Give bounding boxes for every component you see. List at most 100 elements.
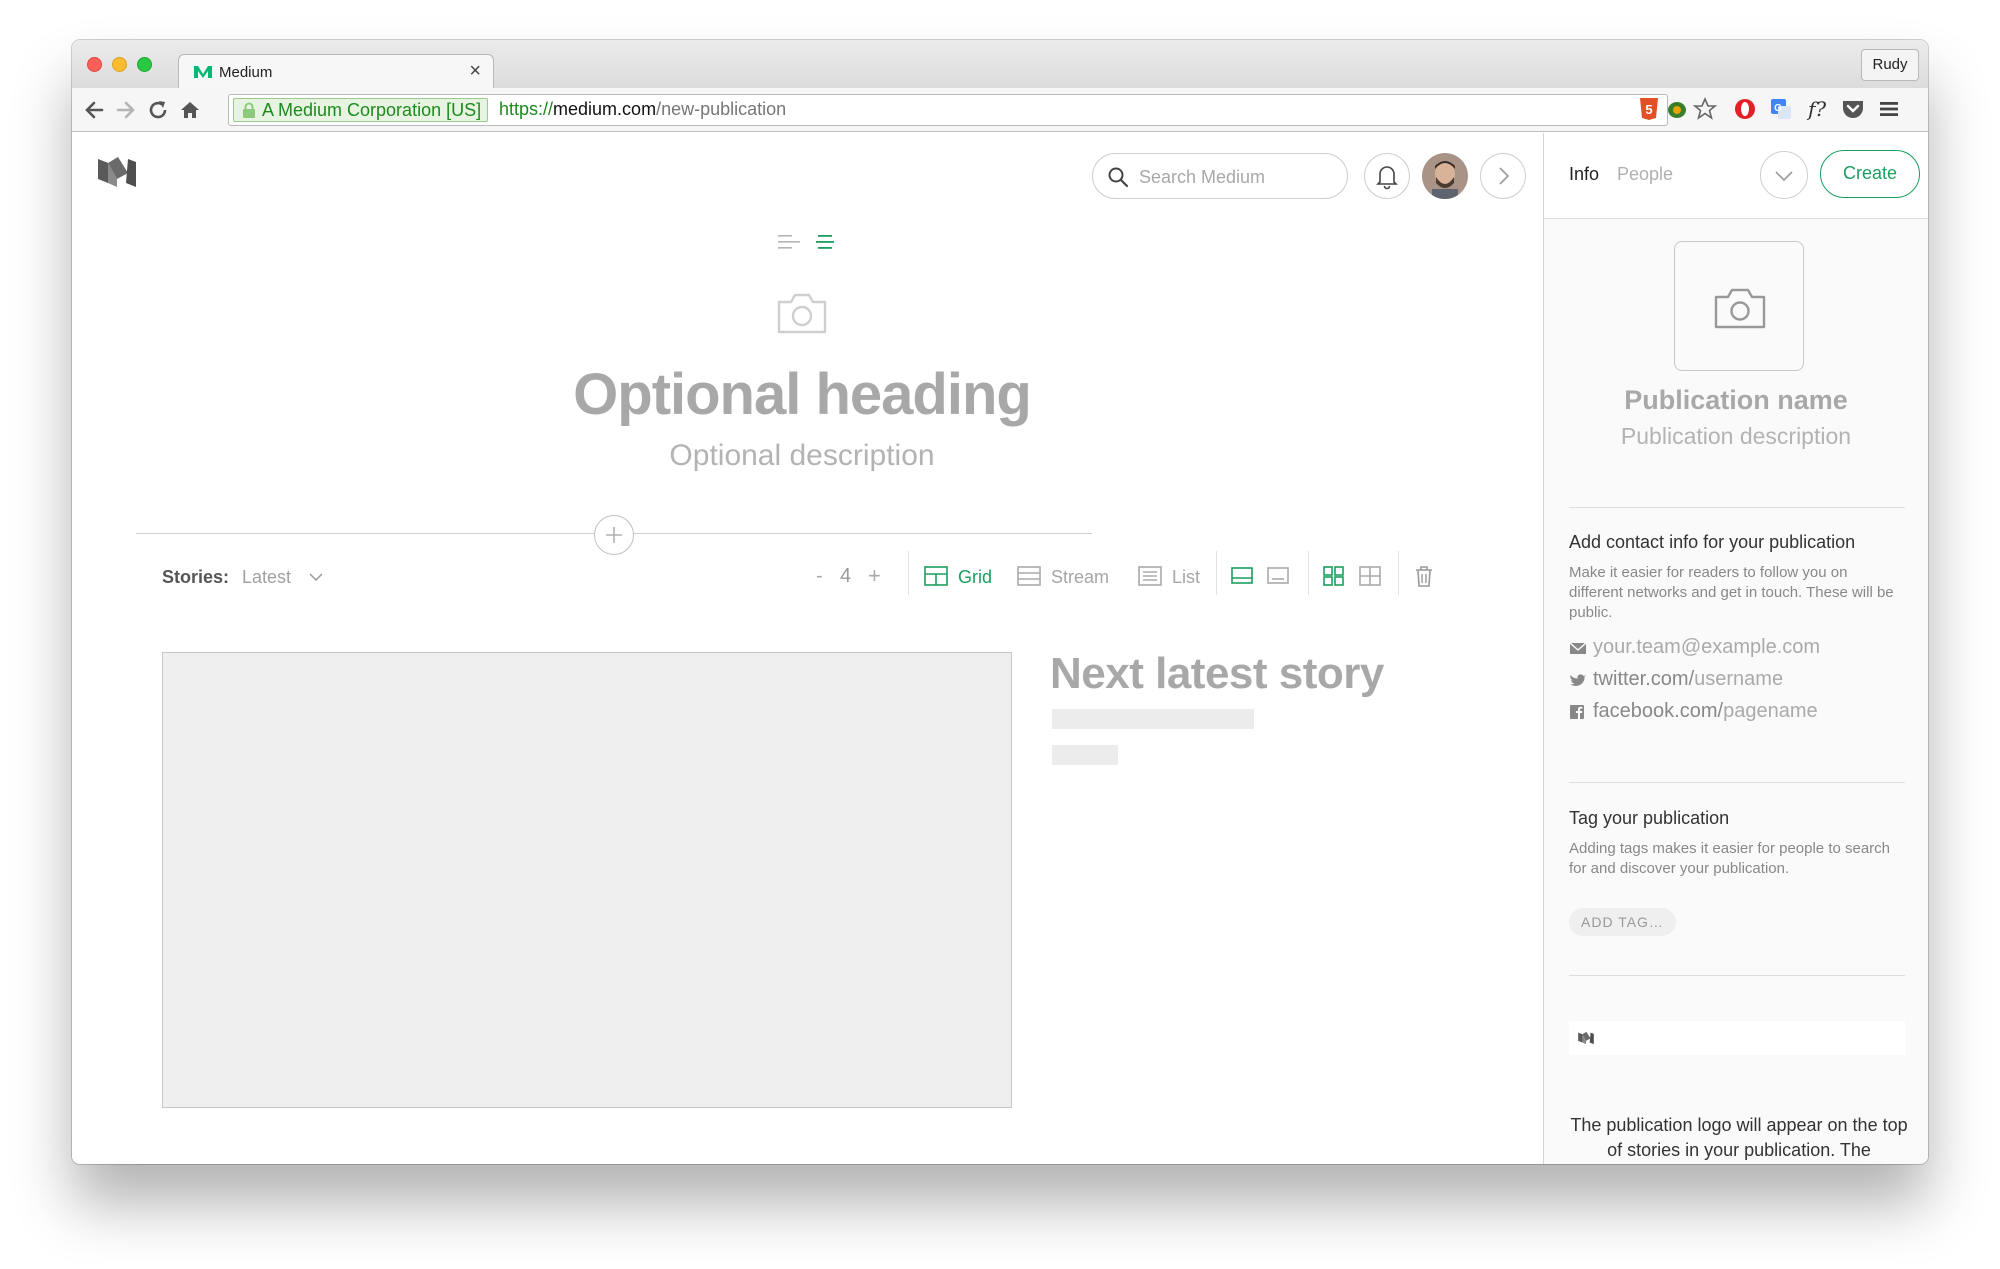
medium-logo[interactable] [96,155,138,189]
chevron-down-icon[interactable] [307,568,325,586]
medium-favicon-icon [194,66,212,78]
publication-editor: Search Medium Optional heading Optional … [72,133,1543,1164]
contact-section-text: Make it easier for readers to follow you… [1569,564,1894,621]
stories-filter-dropdown[interactable]: Latest [242,567,291,588]
logo-preview[interactable] [1569,1021,1905,1055]
stream-toolbar: Stories: Latest - 4 + Grid Stream List [72,551,1543,601]
layout-list-label: List [1172,567,1201,587]
twitter-placeholder: username [1694,668,1784,690]
ev-label: A Medium Corporation [US] [262,100,482,120]
contact-section-title: Add contact info for your publication [1569,532,1856,552]
next-button[interactable] [1480,153,1526,199]
layout-grid-label: Grid [958,567,993,587]
tab-info[interactable]: Info [1569,164,1599,185]
opera-extension-icon[interactable] [1732,96,1758,122]
trash-icon[interactable] [1412,565,1436,587]
chevron-down-icon [1775,171,1793,182]
title-bar: Medium × Rudy [72,40,1928,90]
layout-stream-label: Stream [1051,567,1110,587]
align-center-icon[interactable] [812,231,838,253]
toolbar-divider [1398,551,1399,595]
add-section-button[interactable] [594,515,634,555]
layout-grid-button[interactable]: Grid [924,565,1004,589]
bell-icon [1376,166,1398,190]
turtle-extension-icon[interactable] [1664,96,1690,122]
mail-icon [1569,642,1587,654]
tiles-grid-icon[interactable] [1322,565,1346,587]
optional-heading[interactable]: Optional heading [72,361,1532,428]
story-meta-placeholder [1052,745,1118,765]
optional-description[interactable]: Optional description [72,439,1532,473]
url-path: /new-publication [656,99,787,119]
back-icon[interactable] [82,98,106,122]
whatfont-extension-icon[interactable]: f? [1804,96,1830,122]
sidebar-divider [1569,975,1905,976]
increase-count-button[interactable]: + [868,563,881,589]
create-button[interactable]: Create [1820,150,1920,198]
browser-toolbar: A Medium Corporation [US] https://medium… [72,88,1928,132]
sidebar-dropdown-button[interactable] [1760,151,1808,199]
bookmark-star-icon[interactable] [1692,96,1718,122]
url-text: https://medium.com/new-publication [499,99,786,120]
story-subtitle-placeholder [1052,709,1254,729]
medium-logo-small-icon [1578,1031,1594,1045]
facebook-placeholder: pagename [1723,700,1818,722]
chevron-right-icon [1499,167,1510,185]
forward-icon[interactable] [114,98,138,122]
search-icon [1108,167,1129,188]
sidebar-divider [1569,782,1905,783]
camera-icon[interactable] [775,290,829,336]
url-scheme: https:// [499,99,554,119]
tab-close-icon[interactable]: × [469,60,481,83]
home-icon[interactable] [178,98,202,122]
search-placeholder: Search Medium [1139,167,1266,187]
facebook-icon [1570,705,1584,719]
decrease-count-button[interactable]: - [816,565,823,588]
tags-section-title: Tag your publication [1569,808,1730,828]
plus-icon [606,527,622,543]
align-left-icon[interactable] [776,231,802,253]
url-host: medium.com [553,99,657,119]
table-grid-icon[interactable] [1358,565,1382,587]
image-bottom-layout-icon[interactable] [1266,565,1290,587]
tab-people[interactable]: People [1617,164,1673,185]
stories-label: Stories: [162,567,230,587]
layout-list-button[interactable]: List [1138,565,1218,589]
publication-avatar-upload[interactable] [1674,241,1804,371]
publication-description[interactable]: Publication description [1544,423,1928,450]
address-bar[interactable]: A Medium Corporation [US] https://medium… [228,94,1668,126]
pocket-extension-icon[interactable] [1840,96,1866,122]
translate-extension-icon[interactable]: G [1768,96,1794,122]
publication-sidebar: Info People Create Publication name Publ… [1543,133,1928,1164]
profile-button[interactable]: Rudy [1861,49,1919,81]
image-top-layout-icon[interactable] [1230,565,1254,587]
facebook-prefix: facebook.com/ [1593,700,1724,722]
story-image-placeholder[interactable] [162,652,1012,1108]
close-window-button[interactable] [87,57,102,72]
stream-layout-icon [1017,566,1041,586]
svg-text:5: 5 [1645,102,1652,117]
logo-note: The publication logo will appear on the … [1570,1115,1908,1160]
toolbar-divider [908,551,909,595]
sidebar-divider [1569,507,1905,508]
browser-menu-icon[interactable] [1876,96,1902,122]
story-title[interactable]: Next latest story [1050,649,1384,699]
twitter-prefix: twitter.com/ [1593,668,1695,690]
svg-text:f?: f? [1806,97,1826,121]
story-count: 4 [840,565,852,587]
browser-tab[interactable]: Medium × [178,54,494,90]
zoom-window-button[interactable] [137,57,152,72]
ev-certificate-badge[interactable]: A Medium Corporation [US] [233,98,489,122]
html5-extension-icon[interactable]: 5 [1636,96,1662,122]
user-avatar[interactable] [1422,153,1468,199]
grid-layout-icon [924,566,948,586]
reload-icon[interactable] [146,98,170,122]
add-tag-button[interactable]: ADD TAG… [1569,908,1676,936]
notifications-button[interactable] [1364,153,1410,199]
publication-name[interactable]: Publication name [1544,385,1928,416]
avatar-photo [1422,153,1468,199]
page-content: Search Medium Optional heading Optional … [72,133,1928,1164]
layout-stream-button[interactable]: Stream [1017,565,1127,589]
search-box[interactable]: Search Medium [1092,153,1348,199]
minimize-window-button[interactable] [112,57,127,72]
